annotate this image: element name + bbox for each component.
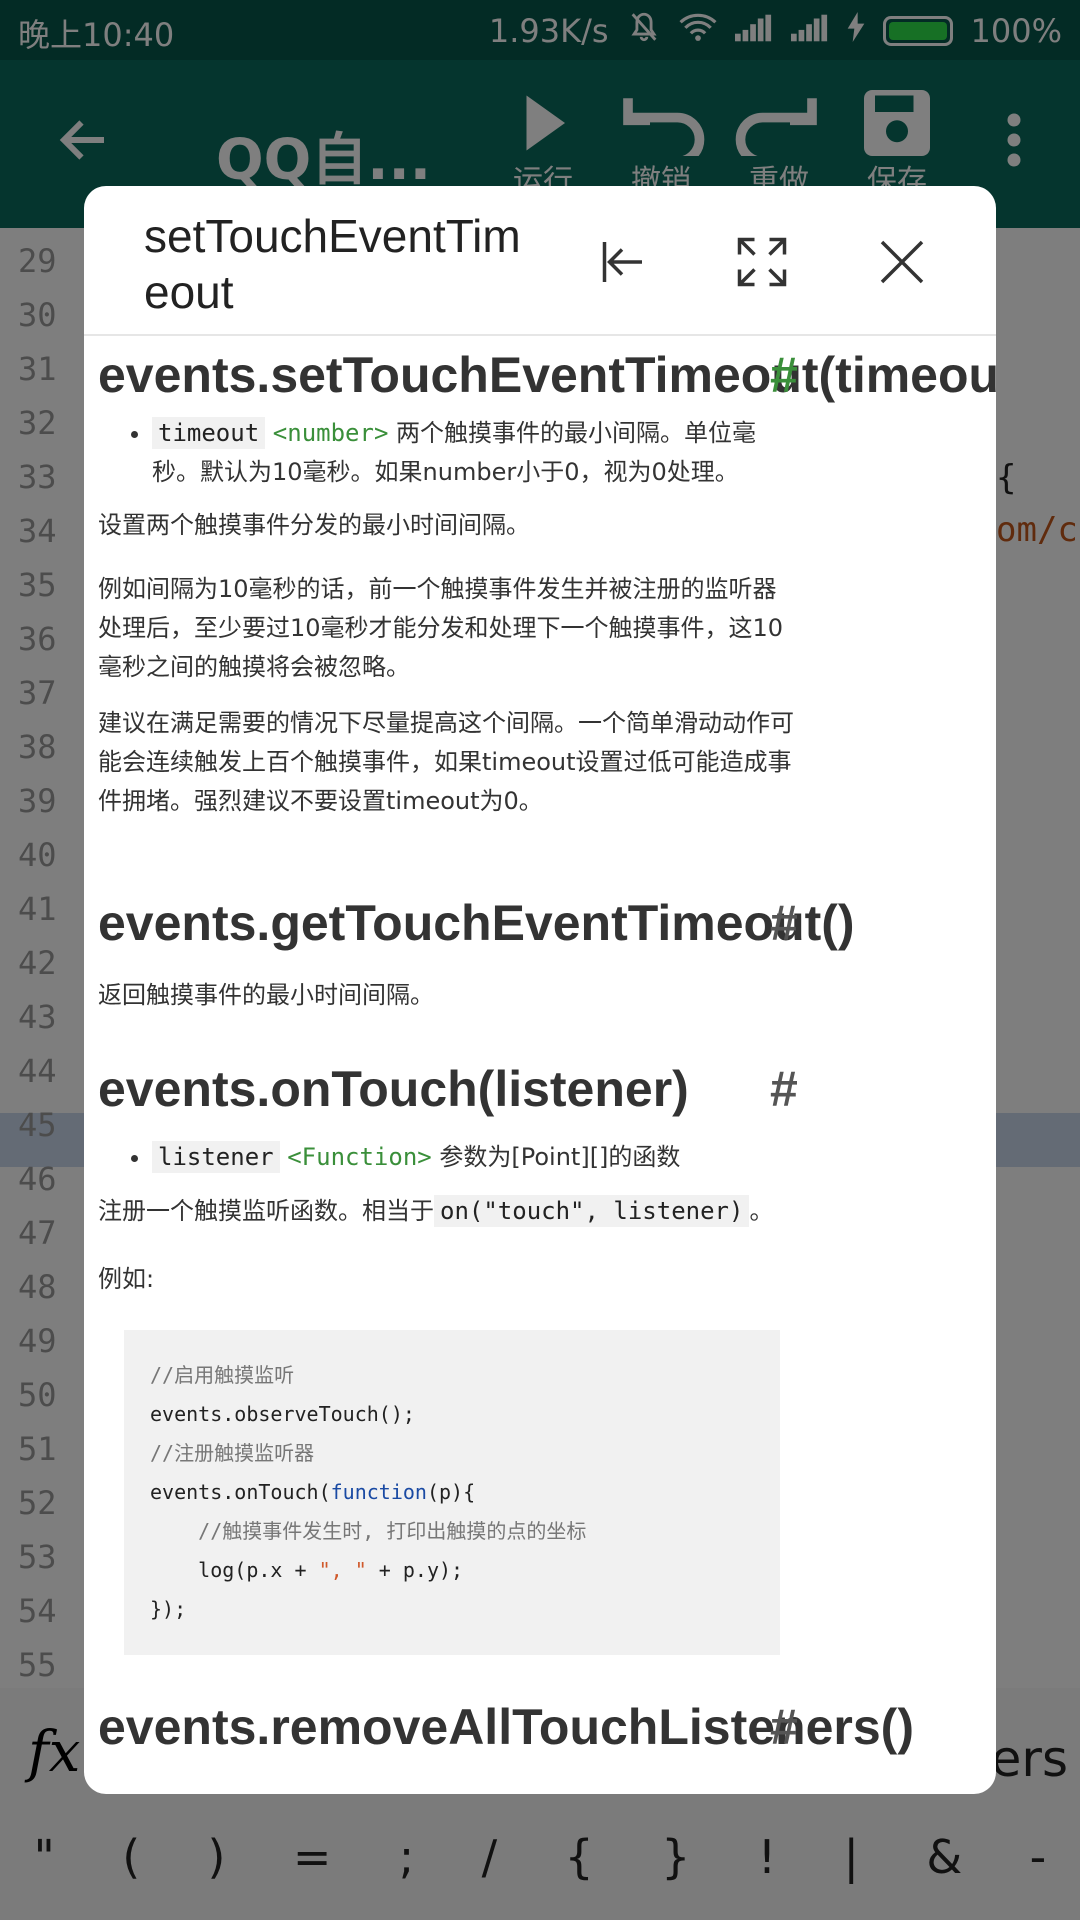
heading-get-timeout-text: events.getTouchEventTimeout() xyxy=(98,895,855,951)
code-comment: //启用触摸监听 xyxy=(150,1363,295,1387)
paragraph: 返回触摸事件的最小时间间隔。 xyxy=(98,981,434,1009)
code-line: events.onTouch( xyxy=(150,1480,331,1504)
anchor-link-remove[interactable]: # xyxy=(770,1698,798,1756)
code-line: log(p.x + xyxy=(150,1558,319,1582)
heading-set-timeout: events.setTouchEventTimeout(timeout) # xyxy=(98,346,996,404)
anchor-link-set[interactable]: # xyxy=(770,346,798,404)
docs-dialog: setTouchEventTimeout events.setTouchEven… xyxy=(84,186,996,1794)
code-keyword: function xyxy=(330,1480,427,1504)
heading-on-touch-text: events.onTouch(listener) xyxy=(98,1061,689,1117)
code-line: (p){ xyxy=(426,1480,476,1504)
code-example: //启用触摸监听 events.observeTouch(); //注册触摸监听… xyxy=(124,1330,780,1655)
code-line: events.observeTouch(); xyxy=(150,1402,415,1426)
anchor-link-get[interactable]: # xyxy=(770,894,798,952)
paragraph: 例如间隔为10毫秒的话，前一个触摸事件发生并被注册的监听器处理后，至少要过10毫… xyxy=(98,575,784,681)
paragraph-on-touch: 注册一个触摸监听函数。相当于 on("touch", listener)。 xyxy=(98,1192,798,1231)
param-name: timeout xyxy=(152,417,266,449)
param-name: listener xyxy=(152,1141,280,1173)
heading-set-timeout-text: events.setTouchEventTimeout(timeout) xyxy=(98,347,996,403)
paragraph-suffix: 。 xyxy=(749,1197,774,1225)
heading-get-timeout: events.getTouchEventTimeout() xyxy=(98,894,855,952)
code-string: ", " xyxy=(318,1558,367,1582)
param-type: <Function> xyxy=(287,1143,432,1171)
param-type: <number> xyxy=(272,419,389,447)
paragraph: 设置两个触摸事件分发的最小时间间隔。 xyxy=(98,511,530,539)
code-comment: //注册触摸监听器 xyxy=(150,1441,315,1465)
fullscreen-icon[interactable] xyxy=(732,232,792,292)
collapse-left-icon[interactable] xyxy=(592,232,652,292)
close-icon[interactable] xyxy=(872,232,932,292)
dialog-title: setTouchEventTimeout xyxy=(144,210,521,318)
paragraph-example-label: 例如: xyxy=(98,1265,155,1293)
param-list-set: timeout <number> 两个触摸事件的最小间隔。单位毫秒。默认为10毫… xyxy=(98,414,798,492)
anchor-link-on[interactable]: # xyxy=(770,1060,798,1118)
paragraph: 建议在满足需要的情况下尽量提高这个间隔。一个简单滑动动作可能会连续触发上百个触摸… xyxy=(98,709,794,815)
code-line: + p.y); xyxy=(366,1558,464,1582)
dialog-header: setTouchEventTimeout xyxy=(84,186,996,336)
param-list-on: listener <Function> 参数为[Point][]的函数 xyxy=(98,1138,798,1177)
paragraph-prefix: 注册一个触摸监听函数。相当于 xyxy=(98,1197,434,1225)
param-desc: 参数为[Point][]的函数 xyxy=(439,1143,681,1171)
dialog-content[interactable]: events.setTouchEventTimeout(timeout) # t… xyxy=(98,338,996,1794)
param-timeout: timeout <number> 两个触摸事件的最小间隔。单位毫秒。默认为10毫… xyxy=(152,414,798,492)
param-listener: listener <Function> 参数为[Point][]的函数 xyxy=(152,1138,798,1177)
code-comment: //触摸事件发生时, 打印出触摸的点的坐标 xyxy=(150,1519,587,1543)
heading-on-touch: events.onTouch(listener) xyxy=(98,1060,689,1118)
code-line: }); xyxy=(150,1597,187,1621)
inline-code: on("touch", listener) xyxy=(434,1195,750,1227)
